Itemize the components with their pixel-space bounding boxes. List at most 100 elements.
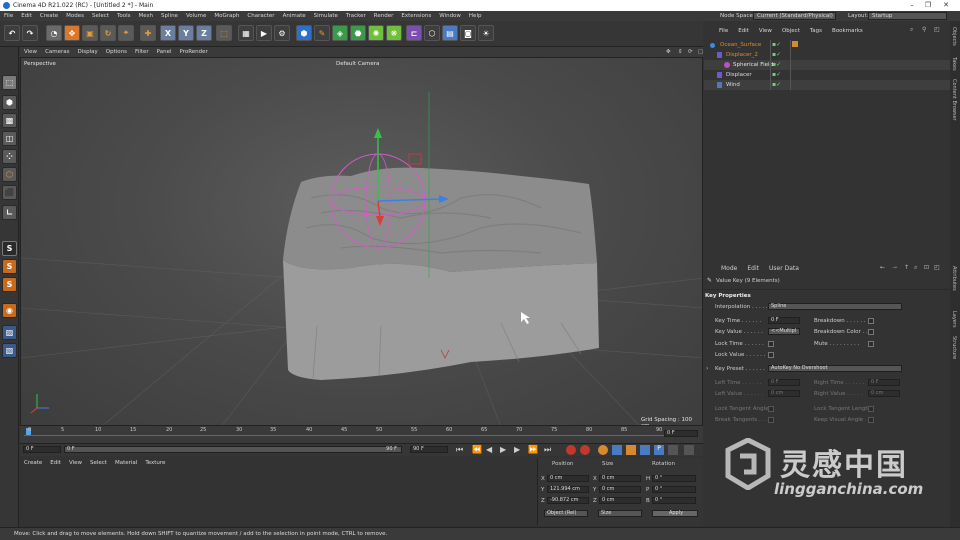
pen-icon[interactable]: ✎	[314, 25, 330, 41]
model-mode-icon[interactable]: ⬢	[2, 95, 17, 110]
viewport-menu-display[interactable]: Display	[74, 49, 102, 55]
undo-icon[interactable]: ↶	[4, 25, 20, 41]
material-menu-material[interactable]: Material	[111, 460, 141, 466]
om-menu-file[interactable]: File	[714, 28, 733, 34]
tab-objects[interactable]: Objects	[951, 27, 957, 46]
om-menu-object[interactable]: Object	[777, 28, 805, 34]
current-frame-field[interactable]: 0 F	[23, 446, 61, 453]
attr-menu-mode[interactable]: Mode	[716, 265, 742, 272]
snap-settings-icon[interactable]: S	[2, 259, 17, 274]
apply-button[interactable]: Apply	[652, 510, 698, 517]
viewport-perspective[interactable]: Perspective Default Camera Grid Spacing …	[20, 57, 703, 426]
minimize-icon[interactable]: –	[904, 0, 920, 11]
left-value-field[interactable]: 0 cm	[768, 390, 800, 397]
coordinate-system-icon[interactable]: ⬚	[216, 25, 232, 41]
auto-key-icon[interactable]	[580, 445, 590, 455]
viewport-move-icon[interactable]: ✥	[662, 49, 675, 55]
axis-lock-icon[interactable]: ◉	[2, 303, 17, 318]
timeline-menu-icon[interactable]	[684, 445, 694, 455]
prev-frame-icon[interactable]: ◀	[486, 445, 492, 454]
material-menu-texture[interactable]: Texture	[141, 460, 169, 466]
menu-spline[interactable]: Spline	[157, 13, 182, 19]
x-axis-icon[interactable]: X	[160, 25, 176, 41]
subdivision-icon[interactable]: ◈	[332, 25, 348, 41]
visibility-check-icon[interactable]: ▪✓	[772, 60, 781, 70]
visibility-check-icon[interactable]: ▪✓	[772, 70, 781, 80]
go-to-start-icon[interactable]: ⏮	[456, 445, 463, 455]
cloner-icon[interactable]: ⬣	[350, 25, 366, 41]
tab-attributes[interactable]: Attributes	[951, 266, 957, 291]
workplane-mode-icon[interactable]: ◫	[2, 131, 17, 146]
menu-tracker[interactable]: Tracker	[342, 13, 370, 19]
viewport-camera-label[interactable]: Default Camera	[336, 61, 379, 67]
material-area[interactable]	[20, 468, 535, 526]
menu-animate[interactable]: Animate	[279, 13, 310, 19]
record-icon[interactable]	[566, 445, 576, 455]
size-z-field[interactable]: 0 cm	[599, 497, 641, 504]
scale-icon[interactable]: ▣	[82, 25, 98, 41]
attr-search-icon[interactable]: ⌕	[914, 264, 917, 272]
om-search-icon[interactable]: ⌕	[910, 26, 913, 34]
frame-range-bar[interactable]: 0 F 90 F	[64, 446, 402, 453]
size-y-field[interactable]: 0 cm	[599, 486, 641, 493]
floor-icon[interactable]: ▤	[442, 25, 458, 41]
live-selection-icon[interactable]: ◔	[46, 25, 62, 41]
viewport-menu-filter[interactable]: Filter	[131, 49, 153, 55]
edges-mode-icon[interactable]: ⬡	[2, 167, 17, 182]
object-row-displacer-2[interactable]: Displacer_2	[704, 50, 950, 60]
tag-icon[interactable]	[792, 41, 798, 47]
texture-mode-icon[interactable]: ▩	[2, 113, 17, 128]
material-menu-edit[interactable]: Edit	[46, 460, 65, 466]
break-tangents-checkbox[interactable]	[768, 417, 774, 423]
bend-icon[interactable]: ⊏	[406, 25, 422, 41]
redo-icon[interactable]: ↷	[22, 25, 38, 41]
tab-layers[interactable]: Layers	[951, 311, 957, 328]
menu-create[interactable]: Create	[36, 13, 62, 19]
viewport-menu-view[interactable]: View	[20, 49, 41, 55]
next-key-icon[interactable]: ⏩	[528, 445, 538, 454]
quantize-icon[interactable]: S	[2, 277, 17, 292]
go-to-end-icon[interactable]: ⏭	[544, 445, 551, 455]
attr-menu-edit[interactable]: Edit	[742, 265, 764, 272]
snap-icon[interactable]: S	[2, 241, 17, 256]
menu-extensions[interactable]: Extensions	[397, 13, 435, 19]
menu-help[interactable]: Help	[465, 13, 486, 19]
object-row-wind[interactable]: Wind	[704, 80, 950, 90]
object-row-displacer[interactable]: Displacer	[704, 70, 950, 80]
viewport-menu-panel[interactable]: Panel	[153, 49, 176, 55]
deformer-icon[interactable]: ❋	[386, 25, 402, 41]
right-time-field[interactable]: 0 F	[868, 379, 900, 386]
om-menu-bookmarks[interactable]: Bookmarks	[827, 28, 868, 34]
position-x-field[interactable]: 0 cm	[547, 475, 589, 482]
menu-window[interactable]: Window	[435, 13, 465, 19]
rotate-icon[interactable]: ↻	[100, 25, 116, 41]
viewport-menu-prorender[interactable]: ProRender	[176, 49, 212, 55]
menu-simulate[interactable]: Simulate	[310, 13, 342, 19]
node-space-select[interactable]: Current (Standard/Physical)	[753, 12, 836, 20]
cube-icon[interactable]: ⬢	[296, 25, 312, 41]
rotation-h-field[interactable]: 0 °	[652, 475, 696, 482]
menu-tools[interactable]: Tools	[113, 13, 135, 19]
om-menu-tags[interactable]: Tags	[805, 28, 827, 34]
visibility-check-icon[interactable]: ▪✓	[772, 40, 781, 50]
size-mode-select[interactable]: Size	[598, 510, 642, 517]
om-filter-icon[interactable]: ⚲	[922, 26, 926, 33]
z-axis-icon[interactable]: Z	[196, 25, 212, 41]
object-row-ocean-surface[interactable]: Ocean_Surface	[704, 40, 950, 50]
y-axis-icon[interactable]: Y	[178, 25, 194, 41]
render-picture-viewer-icon[interactable]: ▶	[256, 25, 272, 41]
prev-key-icon[interactable]: ⏪	[472, 445, 482, 454]
position-y-field[interactable]: 121.994 cm	[547, 486, 589, 493]
size-x-field[interactable]: 0 cm	[599, 475, 641, 482]
lock-tangent-angles-checkbox[interactable]	[768, 406, 774, 412]
material-menu-select[interactable]: Select	[86, 460, 111, 466]
field-icon[interactable]: ✺	[368, 25, 384, 41]
right-value-field[interactable]: 0 cm	[868, 390, 900, 397]
tab-structure[interactable]: Structure	[951, 336, 957, 359]
light-icon[interactable]: ☀	[478, 25, 494, 41]
coordinate-mode-select[interactable]: Object (Rel)	[544, 510, 588, 517]
param-key-icon[interactable]: P	[654, 445, 664, 455]
rotation-p-field[interactable]: 0 °	[652, 486, 696, 493]
point-level-icon[interactable]	[668, 445, 678, 455]
mute-checkbox[interactable]	[868, 341, 874, 347]
